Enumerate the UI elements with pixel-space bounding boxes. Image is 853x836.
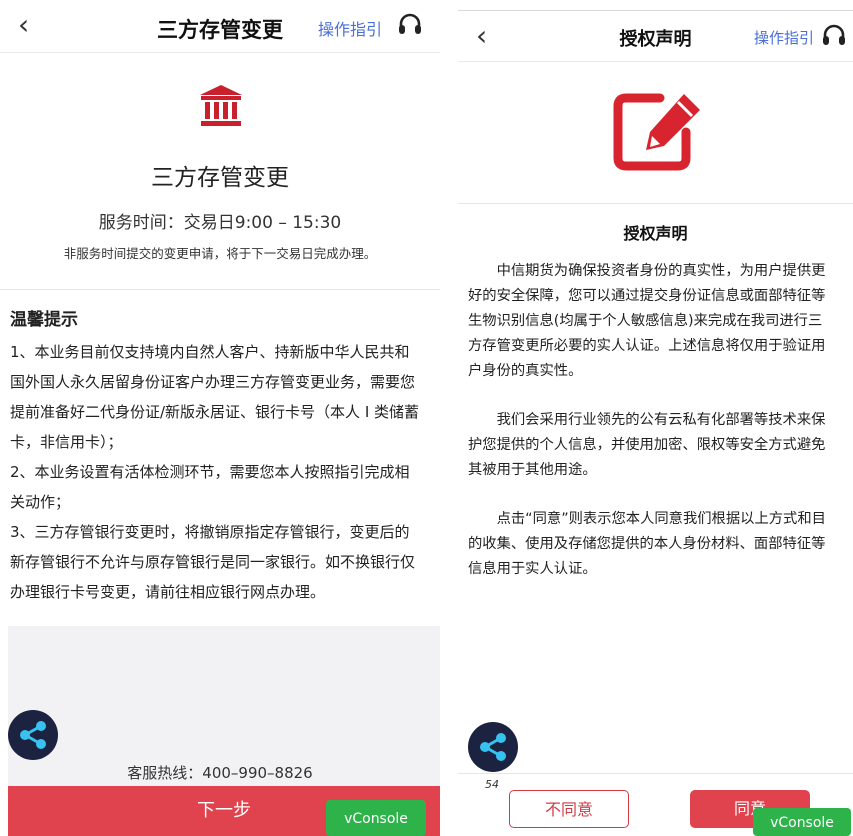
auth-body: 中信期货为确保投资者身份的真实性，为用户提供更好的安全保障，您可以通过提交身份证… — [468, 259, 835, 606]
bank-icon — [198, 83, 244, 129]
left-screen: ‹ 三方存管变更 操作指引 三方存管变更 服务时间：交易日9:00 – 15:3… — [0, 0, 440, 836]
footer-divider — [458, 773, 853, 774]
service-heading: 三方存管变更 — [151, 165, 289, 191]
vconsole-button[interactable]: vConsole — [326, 800, 426, 836]
back-button[interactable]: ‹ — [18, 11, 46, 40]
tip-item: 1、本业务目前仅支持境内自然人客户、持新版中华人民共和国外国人永久居留身份证客户… — [10, 343, 420, 451]
nav-bar: ‹ 授权声明 操作指引 — [458, 10, 853, 62]
nav-bar: ‹ 三方存管变更 操作指引 — [0, 0, 440, 53]
right-screen: ‹ 授权声明 操作指引 授权声明 中信期货为确保投资者身份的真实性，为用户提供更… — [458, 0, 853, 836]
guide-link[interactable]: 操作指引 — [754, 27, 814, 48]
headset-icon[interactable] — [820, 22, 848, 50]
divider — [440, 0, 458, 836]
back-button[interactable]: ‹ — [476, 22, 504, 51]
divider — [458, 203, 853, 204]
auth-paragraph: 中信期货为确保投资者身份的真实性，为用户提供更好的安全保障，您可以通过提交身份证… — [468, 263, 826, 379]
auth-paragraph: 我们会采用行业领先的公有云私有化部署等技术来保护您提供的个人信息，并使用加密、限… — [468, 412, 826, 478]
service-note: 非服务时间提交的变更申请，将于下一交易日完成办理。 — [63, 246, 377, 261]
tip-item: 3、三方存管银行变更时，将撤销原指定存管银行，变更后的新存管银行不允许与原存管银… — [10, 523, 416, 601]
guide-link[interactable]: 操作指引 — [318, 16, 382, 40]
disagree-button[interactable]: 不同意 — [509, 790, 629, 828]
service-time: 服务时间：交易日9:00 – 15:30 — [98, 213, 342, 233]
tip-item: 2、本业务设置有活体检测环节，需要您本人按照指引完成相关动作； — [10, 463, 410, 511]
tips-body: 1、本业务目前仅支持境内自然人客户、持新版中华人民共和国外国人永久居留身份证客户… — [10, 337, 420, 607]
headset-icon[interactable] — [396, 11, 424, 39]
auth-paragraph: 点击“同意”则表示您本人同意我们根据以上方式和目的收集、使用及存储您提供的本人身… — [468, 511, 826, 577]
float-ball-icon[interactable] — [468, 722, 518, 772]
tips-title: 温馨提示 — [10, 310, 78, 330]
divider — [0, 289, 440, 290]
page-number: 54 — [485, 778, 499, 791]
edit-icon — [612, 88, 708, 174]
float-ball-icon[interactable] — [8, 710, 58, 760]
vconsole-button[interactable]: vConsole — [753, 808, 851, 836]
auth-heading: 授权声明 — [623, 224, 688, 243]
hotline: 客服热线：400–990–8826 — [127, 764, 313, 782]
